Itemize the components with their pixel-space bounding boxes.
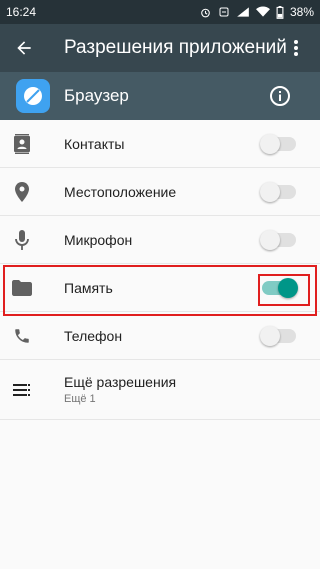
status-bar: 16:24 38% [0, 0, 320, 24]
browser-app-icon [16, 79, 50, 113]
toolbar: Разрешения приложений [0, 24, 320, 72]
location-icon [10, 180, 34, 204]
permission-label: Местоположение [64, 183, 177, 200]
list-icon [10, 378, 34, 402]
overflow-menu-button[interactable] [284, 36, 308, 60]
contacts-icon [10, 132, 34, 156]
app-name: Браузер [64, 86, 129, 105]
app-header: Браузер [0, 72, 320, 120]
more-permissions-count: Ещё 1 [64, 393, 96, 405]
contacts-toggle[interactable] [260, 133, 296, 154]
app-info-button[interactable] [268, 84, 292, 108]
more-permissions-label: Ещё разрешения [64, 374, 177, 390]
microphone-toggle[interactable] [260, 229, 296, 250]
status-time: 16:24 [6, 5, 37, 19]
permission-list: Контакты Местоположение Микрофон Память … [0, 120, 320, 420]
storage-toggle[interactable] [262, 277, 298, 298]
permission-row-phone[interactable]: Телефон [0, 312, 320, 360]
battery-level: 38% [289, 5, 314, 19]
back-button[interactable] [0, 24, 48, 72]
battery-icon [276, 5, 284, 19]
arrow-back-icon [17, 41, 31, 55]
permission-row-contacts[interactable]: Контакты [0, 120, 320, 168]
more-vert-icon [294, 40, 298, 56]
permission-row-storage[interactable]: Память [0, 264, 320, 312]
signal-icon [236, 6, 250, 18]
permission-label: Телефон [64, 327, 123, 344]
alarm-icon [199, 6, 212, 19]
wifi-icon [255, 6, 270, 18]
phone-toggle[interactable] [260, 325, 296, 346]
permission-label: Память [64, 279, 113, 296]
microphone-icon [10, 228, 34, 252]
permission-label: Контакты [64, 135, 125, 152]
page-title: Разрешения приложений [64, 37, 287, 58]
permission-row-microphone[interactable]: Микрофон [0, 216, 320, 264]
status-icons: 38% [199, 5, 314, 19]
phone-icon [10, 324, 34, 348]
more-permissions-row[interactable]: Ещё разрешения Ещё 1 [0, 360, 320, 420]
silent-icon [218, 6, 230, 18]
folder-icon [10, 276, 34, 300]
info-icon [270, 86, 290, 106]
permission-row-location[interactable]: Местоположение [0, 168, 320, 216]
location-toggle[interactable] [260, 181, 296, 202]
permission-label: Микрофон [64, 231, 133, 248]
